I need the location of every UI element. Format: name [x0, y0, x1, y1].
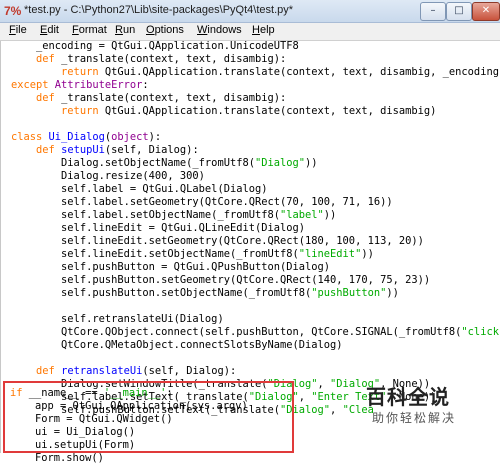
code-line: QtCore.QObject.connect(self.pushButton, … [11, 326, 499, 338]
menu-windows[interactable]: Windows [197, 24, 242, 36]
code-line: self.label.setObjectName(_fromUtf8("labe… [11, 209, 337, 221]
maximize-button[interactable]: □ [446, 2, 472, 21]
menu-format[interactable]: Format [72, 24, 107, 36]
title-bar: 7% *test.py - C:\Python27\Lib\site-packa… [0, 0, 500, 23]
code-line: def _translate(context, text, disambig): [36, 53, 287, 65]
code-line: self.label = QtGui.QLabel(Dialog) [11, 183, 268, 195]
code-line: except AttributeError: [11, 79, 149, 91]
code-line: self.pushButton.setGeometry(QtCore.QRect… [11, 274, 431, 286]
code-line: def retranslateUi(self, Dialog): [36, 365, 237, 377]
menu-file[interactable]: File [9, 24, 27, 36]
code-line: Dialog.resize(400, 300) [11, 170, 205, 182]
watermark-logo: 百科全说 助你轻松解决 [362, 381, 500, 441]
code-line: self.lineEdit = QtGui.QLineEdit(Dialog) [11, 222, 306, 234]
code-line: QtCore.QMetaObject.connectSlotsByName(Di… [11, 339, 343, 351]
code-line: self.pushButton.setObjectName(_fromUtf8(… [11, 287, 399, 299]
code-line: Dialog.setObjectName(_fromUtf8("Dialog")… [11, 157, 318, 169]
code-line: class Ui_Dialog(object): [11, 131, 162, 143]
menu-bar: File Edit Format Run Options Windows Hel… [0, 23, 500, 41]
window-title: *test.py - C:\Python27\Lib\site-packages… [24, 4, 294, 16]
close-button[interactable]: ✕ [472, 2, 500, 21]
code-line: self.lineEdit.setObjectName(_fromUtf8("l… [11, 248, 374, 260]
idle-app-icon: 7% [4, 4, 22, 18]
menu-help[interactable]: Help [252, 24, 275, 36]
code-line: self.lineEdit.setGeometry(QtCore.QRect(1… [11, 235, 424, 247]
watermark-title: 百科全说 [366, 385, 450, 409]
code-line: def _translate(context, text, disambig): [36, 92, 287, 104]
menu-options[interactable]: Options [146, 24, 184, 36]
minimize-button[interactable]: – [420, 2, 446, 21]
code-line: self.retranslateUi(Dialog) [11, 313, 224, 325]
menu-run[interactable]: Run [115, 24, 135, 36]
code-line: def setupUi(self, Dialog): [36, 144, 199, 156]
main-block-highlight [3, 381, 294, 453]
code-line: Form.show() [10, 452, 104, 464]
code-line: self.pushButton = QtGui.QPushButton(Dial… [11, 261, 331, 273]
code-line: self.label.setGeometry(QtCore.QRect(70, … [11, 196, 393, 208]
watermark-subtitle: 助你轻松解决 [372, 411, 457, 425]
menu-edit[interactable]: Edit [40, 24, 59, 36]
code-line: return QtGui.QApplication.translate(cont… [61, 105, 437, 117]
code-line: return QtGui.QApplication.translate(cont… [61, 66, 499, 78]
